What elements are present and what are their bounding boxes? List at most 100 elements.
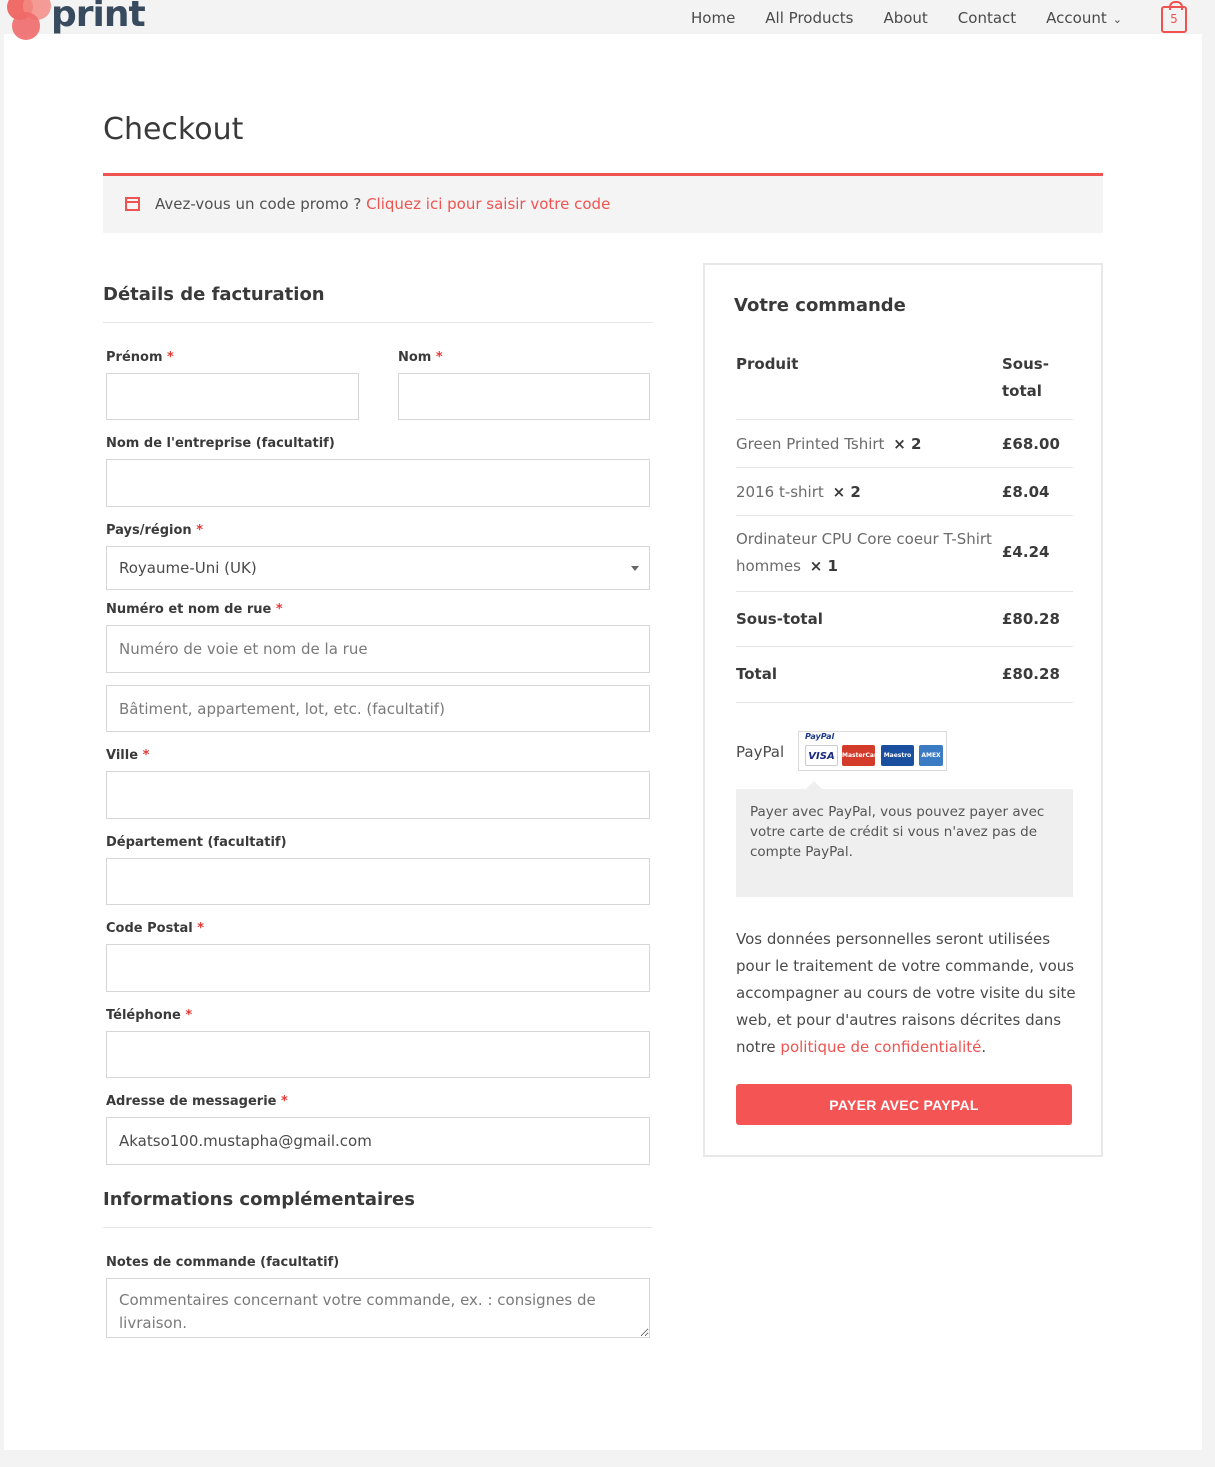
cart-count: 5 xyxy=(1170,12,1178,26)
order-item-name-text: Ordinateur CPU Core coeur T-Shirt hommes xyxy=(736,530,992,575)
order-table-header: Produit Sous-total xyxy=(736,343,1073,420)
required-mark: * xyxy=(275,602,283,617)
street-label: Numéro et nom de rue * xyxy=(106,602,283,617)
country-select[interactable]: Royaume-Uni (UK) xyxy=(106,546,650,590)
order-item-name: Green Printed Tshirt × 2 xyxy=(736,435,921,453)
required-mark: * xyxy=(281,1094,288,1109)
logo-mark-icon-3 xyxy=(12,12,40,40)
nav-about[interactable]: About xyxy=(883,9,927,27)
street2-input[interactable]: Bâtiment, appartement, lot, etc. (facult… xyxy=(106,685,650,732)
page-title: Checkout xyxy=(103,112,244,147)
postcode-label: Code Postal * xyxy=(106,921,204,936)
city-label-text: Ville xyxy=(106,748,139,763)
first-name-input[interactable] xyxy=(106,373,359,420)
email-label-text: Adresse de messagerie xyxy=(106,1094,277,1109)
city-label: Ville * xyxy=(106,748,149,763)
privacy-end: . xyxy=(981,1038,987,1056)
promo-link[interactable]: Cliquez ici pour saisir votre code xyxy=(366,195,610,213)
nav-account-label: Account xyxy=(1046,9,1107,27)
order-item: Ordinateur CPU Core coeur T-Shirt hommes… xyxy=(736,516,1073,592)
cart-button[interactable]: 5 xyxy=(1161,1,1187,33)
notes-textarea[interactable] xyxy=(106,1278,650,1338)
nav-account[interactable]: Account ⌄ xyxy=(1046,9,1122,27)
order-item: 2016 t-shirt × 2 £8.04 xyxy=(736,468,1073,516)
visa-icon: VISA xyxy=(805,745,838,766)
total-label: Total xyxy=(736,665,777,683)
country-value: Royaume-Uni (UK) xyxy=(119,559,257,577)
additional-title: Informations complémentaires xyxy=(103,1189,415,1210)
pay-with-paypal-button[interactable]: PAYER AVEC PAYPAL xyxy=(736,1084,1072,1125)
divider xyxy=(103,322,653,323)
subtotal-label: Sous-total xyxy=(736,610,823,628)
paypal-brand: PayPal xyxy=(805,732,835,741)
last-name-input[interactable] xyxy=(398,373,650,420)
company-input[interactable] xyxy=(106,459,650,507)
email-input[interactable]: Akatso100.mustapha@gmail.com xyxy=(106,1117,650,1165)
order-item: Green Printed Tshirt × 2 £68.00 xyxy=(736,420,1073,468)
col-product: Produit xyxy=(736,355,799,373)
subtotal-row: Sous-total £80.28 xyxy=(736,592,1073,647)
street-input[interactable]: Numéro de voie et nom de la rue xyxy=(106,625,650,673)
state-input[interactable] xyxy=(106,858,650,905)
nav-all-products[interactable]: All Products xyxy=(765,9,853,27)
col-subtotal: Sous-total xyxy=(1002,355,1049,400)
divider xyxy=(103,1227,653,1228)
payment-method-label: PayPal xyxy=(736,743,785,761)
email-label: Adresse de messagerie * xyxy=(106,1094,288,1109)
order-item-qty: × 2 xyxy=(893,435,922,453)
billing-title: Détails de facturation xyxy=(103,284,325,305)
required-mark: * xyxy=(167,350,174,365)
phone-label-text: Téléphone xyxy=(106,1008,181,1023)
order-table: Produit Sous-total Green Printed Tshirt … xyxy=(736,343,1073,703)
order-review: Votre commande Produit Sous-total Green … xyxy=(703,263,1103,1157)
street-label-text: Numéro et nom de rue xyxy=(106,602,272,617)
logo-text: print xyxy=(51,0,146,35)
country-label: Pays/région * xyxy=(106,523,203,538)
first-name-label-text: Prénom xyxy=(106,350,163,365)
state-label: Département (facultatif) xyxy=(106,835,287,850)
notes-label: Notes de commande (facultatif) xyxy=(106,1255,340,1270)
required-mark: * xyxy=(197,921,205,936)
subtotal-value: £80.28 xyxy=(1002,610,1060,628)
country-label-text: Pays/région xyxy=(106,523,192,538)
total-row: Total £80.28 xyxy=(736,647,1073,703)
order-item-name-text: Green Printed Tshirt xyxy=(736,435,885,453)
payment-method-paypal[interactable]: PayPal PayPal VISA MasterCard Maestro AM… xyxy=(736,731,1073,785)
paypal-logo: PayPal VISA MasterCard Maestro AMEX xyxy=(798,731,947,771)
order-item-price: £4.24 xyxy=(1002,543,1050,561)
total-value: £80.28 xyxy=(1002,665,1060,683)
amex-icon: AMEX xyxy=(919,745,943,766)
paypal-description: Payer avec PayPal, vous pouvez payer ave… xyxy=(736,781,1073,897)
order-item-price: £8.04 xyxy=(1002,483,1050,501)
calendar-icon xyxy=(125,197,140,211)
mastercard-icon: MasterCard xyxy=(842,745,881,766)
main-nav: Home All Products About Contact Account ⌄ xyxy=(691,9,1152,27)
privacy-notice: Vos données personnelles seront utilisée… xyxy=(736,926,1076,1061)
company-label: Nom de l'entreprise (facultatif) xyxy=(106,436,335,451)
promo-text: Avez-vous un code promo ? Cliquez ici po… xyxy=(155,195,610,213)
phone-label: Téléphone * xyxy=(106,1008,192,1023)
required-mark: * xyxy=(185,1008,193,1023)
nav-contact[interactable]: Contact xyxy=(958,9,1016,27)
order-item-name: 2016 t-shirt × 2 xyxy=(736,483,861,501)
postcode-input[interactable] xyxy=(106,944,650,992)
postcode-label-text: Code Postal xyxy=(106,921,193,936)
required-mark: * xyxy=(435,350,443,365)
order-item-name: Ordinateur CPU Core coeur T-Shirt hommes… xyxy=(736,526,998,580)
order-title: Votre commande xyxy=(734,295,906,316)
order-item-name-text: 2016 t-shirt xyxy=(736,483,824,501)
promo-question: Avez-vous un code promo ? xyxy=(155,195,362,213)
privacy-policy-link[interactable]: politique de confidentialité xyxy=(780,1038,981,1056)
order-item-price: £68.00 xyxy=(1002,435,1060,453)
chevron-down-icon: ⌄ xyxy=(1112,13,1122,26)
site-logo[interactable]: print xyxy=(3,0,153,40)
nav-home[interactable]: Home xyxy=(691,9,735,27)
city-input[interactable] xyxy=(106,771,650,819)
order-item-qty: × 1 xyxy=(809,557,838,575)
last-name-label-text: Nom xyxy=(398,350,432,365)
site-header: print Home All Products About Contact Ac… xyxy=(0,0,1215,40)
required-mark: * xyxy=(196,523,204,538)
phone-input[interactable] xyxy=(106,1031,650,1078)
maestro-icon: Maestro xyxy=(881,745,914,766)
dropdown-arrow-icon xyxy=(631,566,639,571)
